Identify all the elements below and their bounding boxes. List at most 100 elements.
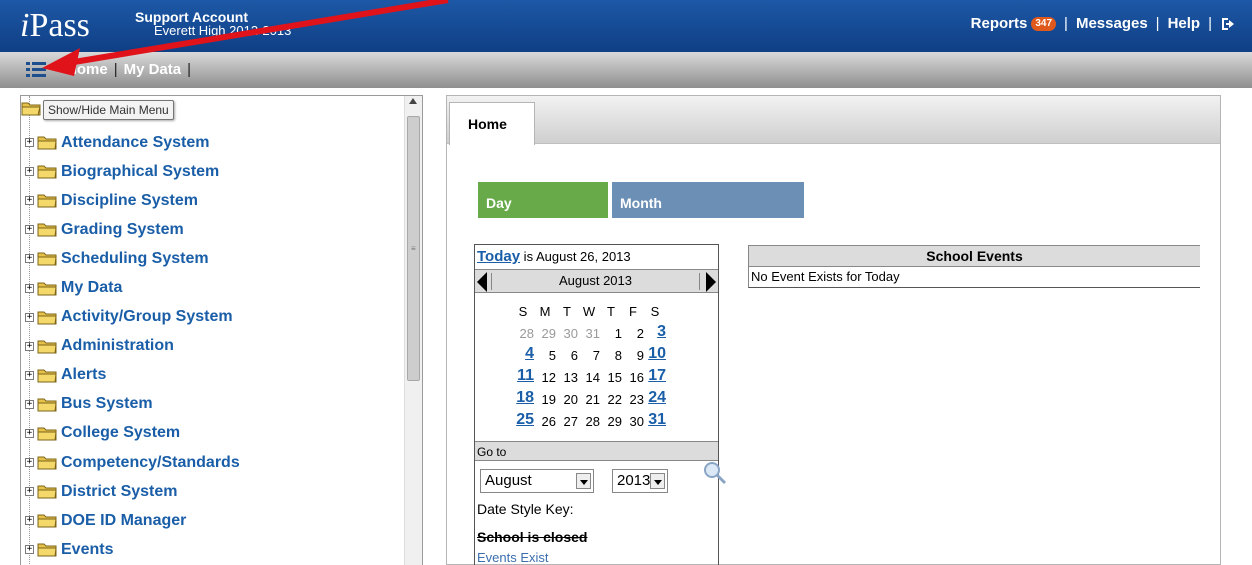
prev-month-arrow-icon[interactable]	[477, 272, 487, 292]
folder-icon[interactable]	[21, 100, 43, 118]
chevron-down-icon[interactable]	[576, 473, 591, 489]
menu-item-label[interactable]: College System	[61, 424, 180, 442]
plus-expand-icon[interactable]: +	[25, 283, 34, 293]
menu-item[interactable]: + Competency/Standards	[21, 448, 401, 477]
plus-expand-icon[interactable]: +	[25, 545, 34, 555]
menu-item[interactable]: + Scheduling System	[21, 244, 401, 273]
menu-item[interactable]: + Attendance System	[21, 128, 401, 157]
calendar-day[interactable]: 8	[600, 348, 622, 363]
menu-item-label[interactable]: Events	[61, 541, 113, 559]
plus-expand-icon[interactable]: +	[25, 225, 34, 235]
menu-item-label[interactable]: My Data	[61, 279, 122, 297]
menu-item-label[interactable]: DOE ID Manager	[61, 512, 186, 530]
menu-item[interactable]: + My Data	[21, 273, 401, 302]
menu-item-label[interactable]: Attendance System	[61, 134, 210, 152]
calendar-day[interactable]: 26	[534, 414, 556, 429]
menu-item[interactable]: + Biographical System	[21, 157, 401, 186]
calendar-day[interactable]: 30	[622, 414, 644, 429]
menu-item-label[interactable]: District System	[61, 483, 178, 501]
plus-expand-icon[interactable]: +	[25, 196, 34, 206]
menu-item-label[interactable]: Alerts	[61, 366, 106, 384]
plus-expand-icon[interactable]: +	[25, 312, 34, 322]
calendar-day[interactable]: 31	[644, 411, 666, 429]
calendar-day[interactable]: 31	[578, 326, 600, 341]
today-link[interactable]: Today	[477, 248, 520, 265]
magnifier-icon[interactable]	[702, 460, 728, 486]
calendar-day[interactable]: 9	[622, 348, 644, 363]
calendar-day[interactable]: 17	[644, 367, 666, 385]
menu-scrollbar[interactable]: ≡	[404, 96, 422, 565]
plus-expand-icon[interactable]: +	[25, 516, 34, 526]
next-month-arrow-icon[interactable]	[706, 272, 716, 292]
plus-expand-icon[interactable]: +	[25, 138, 34, 148]
calendar-day[interactable]: 20	[556, 392, 578, 407]
calendar-day[interactable]: 2	[622, 326, 644, 341]
calendar-day[interactable]: 28	[578, 414, 600, 429]
menu-item-label[interactable]: Discipline System	[61, 192, 198, 210]
plus-expand-icon[interactable]: +	[25, 370, 34, 380]
menu-item[interactable]: + District System	[21, 477, 401, 506]
calendar-day[interactable]: 28	[512, 326, 534, 341]
calendar-day[interactable]: 13	[556, 370, 578, 385]
calendar-day[interactable]: 10	[644, 345, 666, 363]
calendar-day[interactable]: 7	[578, 348, 600, 363]
nav-my-data-link[interactable]: My Data	[124, 61, 182, 78]
calendar-day[interactable]: 24	[644, 389, 666, 407]
chevron-down-icon[interactable]	[650, 473, 665, 489]
month-select[interactable]: August	[480, 469, 594, 493]
menu-list-icon[interactable]	[26, 61, 46, 79]
menu-item-label[interactable]: Bus System	[61, 395, 153, 413]
calendar-day[interactable]: 1	[600, 326, 622, 341]
calendar-day[interactable]: 23	[622, 392, 644, 407]
menu-item-label[interactable]: Competency/Standards	[61, 454, 240, 472]
messages-link[interactable]: Messages	[1076, 15, 1148, 32]
calendar-day[interactable]: 29	[534, 326, 556, 341]
plus-expand-icon[interactable]: +	[25, 399, 34, 409]
month-view-button[interactable]: Month	[612, 182, 804, 218]
scrollbar-thumb[interactable]: ≡	[407, 116, 420, 381]
plus-expand-icon[interactable]: +	[25, 458, 34, 468]
ipass-logo[interactable]: iPass	[20, 6, 90, 46]
menu-item[interactable]: + Activity/Group System	[21, 303, 401, 332]
menu-item[interactable]: + Events	[21, 535, 401, 564]
nav-home-link[interactable]: Home	[66, 61, 108, 78]
calendar-day[interactable]: 22	[600, 392, 622, 407]
calendar-day[interactable]: 15	[600, 370, 622, 385]
menu-item-label[interactable]: Biographical System	[61, 163, 219, 181]
reports-link[interactable]: Reports 347	[971, 15, 1057, 32]
menu-item[interactable]: + Bus System	[21, 390, 401, 419]
calendar-day[interactable]: 11	[512, 367, 534, 385]
calendar-day[interactable]: 5	[534, 348, 556, 363]
help-link[interactable]: Help	[1168, 15, 1201, 32]
tab-home[interactable]: Home	[449, 102, 535, 145]
menu-item[interactable]: + Discipline System	[21, 186, 401, 215]
menu-item[interactable]: + Grading System	[21, 215, 401, 244]
calendar-day[interactable]: 4	[512, 345, 534, 363]
calendar-day[interactable]: 16	[622, 370, 644, 385]
menu-item-label[interactable]: Administration	[61, 337, 174, 355]
calendar-day[interactable]: 3	[644, 323, 666, 341]
calendar-day[interactable]: 6	[556, 348, 578, 363]
menu-item-label[interactable]: Scheduling System	[61, 250, 209, 268]
calendar-day[interactable]: 27	[556, 414, 578, 429]
scroll-up-arrow-icon[interactable]	[409, 98, 417, 104]
menu-item[interactable]: + College System	[21, 419, 401, 448]
plus-expand-icon[interactable]: +	[25, 487, 34, 497]
plus-expand-icon[interactable]: +	[25, 341, 34, 351]
plus-expand-icon[interactable]: +	[25, 254, 34, 264]
menu-item-label[interactable]: Activity/Group System	[61, 308, 233, 326]
calendar-day[interactable]: 19	[534, 392, 556, 407]
menu-item[interactable]: + Alerts	[21, 361, 401, 390]
calendar-day[interactable]: 12	[534, 370, 556, 385]
menu-item[interactable]: + DOE ID Manager	[21, 506, 401, 535]
year-select[interactable]: 2013	[612, 469, 668, 493]
calendar-day[interactable]: 14	[578, 370, 600, 385]
menu-item-label[interactable]: Grading System	[61, 221, 184, 239]
calendar-day[interactable]: 25	[512, 411, 534, 429]
calendar-day[interactable]: 30	[556, 326, 578, 341]
logout-icon[interactable]	[1220, 16, 1236, 32]
day-view-button[interactable]: Day	[478, 182, 608, 218]
calendar-day[interactable]: 21	[578, 392, 600, 407]
calendar-day[interactable]: 29	[600, 414, 622, 429]
plus-expand-icon[interactable]: +	[25, 167, 34, 177]
